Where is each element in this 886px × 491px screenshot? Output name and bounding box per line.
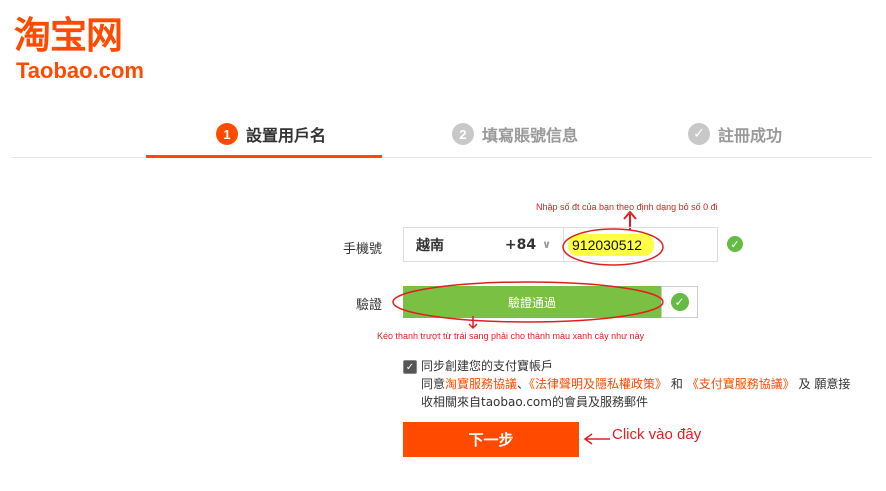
logo-chinese: 淘宝网 xyxy=(14,14,123,57)
active-step-indicator xyxy=(146,155,382,158)
arrow-down-icon xyxy=(468,316,478,330)
phone-label: 手機號 xyxy=(342,242,382,257)
click-here-annotation: Click vào đây xyxy=(612,426,702,443)
agreement-line-3: 收相關來自taobao.com的會員及服務郵件 xyxy=(421,395,648,409)
steps-divider xyxy=(12,157,872,158)
privacy-policy-link[interactable]: 《法律聲明及隱私權政策》 xyxy=(529,377,667,391)
agreement-line: 同意淘寶服務協議、《法律聲明及隱私權政策》 和 《支付寶服務協議》 及 願意接 xyxy=(421,375,850,393)
slider-hint-annotation: Kéo thanh trượt từ trái sang phải cho th… xyxy=(377,331,645,341)
step-2-label: 填寫賬號信息 xyxy=(482,126,579,145)
alipay-terms-link[interactable]: 《支付寶服務協議》 xyxy=(687,377,795,391)
country-select[interactable]: 越南 +84 ∨ xyxy=(404,228,564,261)
annotation-circle-phone xyxy=(562,228,664,266)
verify-label: 驗證 xyxy=(355,298,382,313)
arrow-left-icon xyxy=(583,433,610,445)
step-2: 2 填寫賬號信息 xyxy=(452,120,578,148)
sync-alipay-checkbox[interactable]: ✓ xyxy=(403,360,417,374)
agreement-suffix: 及 願意接 xyxy=(794,377,851,391)
verify-check-icon: ✓ xyxy=(670,293,689,311)
country-name: 越南 xyxy=(416,237,444,254)
agreement-sep1: 、 xyxy=(517,377,530,391)
step-3-label: 註冊成功 xyxy=(718,126,783,145)
sync-alipay-text: 同步創建您的支付寶帳戶 xyxy=(421,359,554,373)
taobao-terms-link[interactable]: 淘寶服務協議 xyxy=(445,377,517,391)
step-2-number: 2 xyxy=(452,123,474,145)
logo-english: Taobao.com xyxy=(16,58,144,83)
phone-valid-check-icon: ✓ xyxy=(727,236,743,252)
agreement-sep2: 和 xyxy=(667,377,687,391)
step-1-label: 設置用戶名 xyxy=(246,126,327,145)
country-code: +84 xyxy=(504,236,537,253)
step-1: 1 設置用戶名 xyxy=(216,120,326,148)
agreement-prefix: 同意 xyxy=(421,377,446,391)
checkmark-icon: ✓ xyxy=(688,123,710,145)
slider-handle[interactable]: ✓ xyxy=(661,286,698,318)
step-3: ✓ 註冊成功 xyxy=(688,120,782,148)
annotation-circle-slider xyxy=(392,281,664,323)
next-step-button[interactable]: 下一步 xyxy=(403,422,579,457)
chevron-down-icon: ∨ xyxy=(542,238,551,251)
step-1-number: 1 xyxy=(216,123,238,145)
